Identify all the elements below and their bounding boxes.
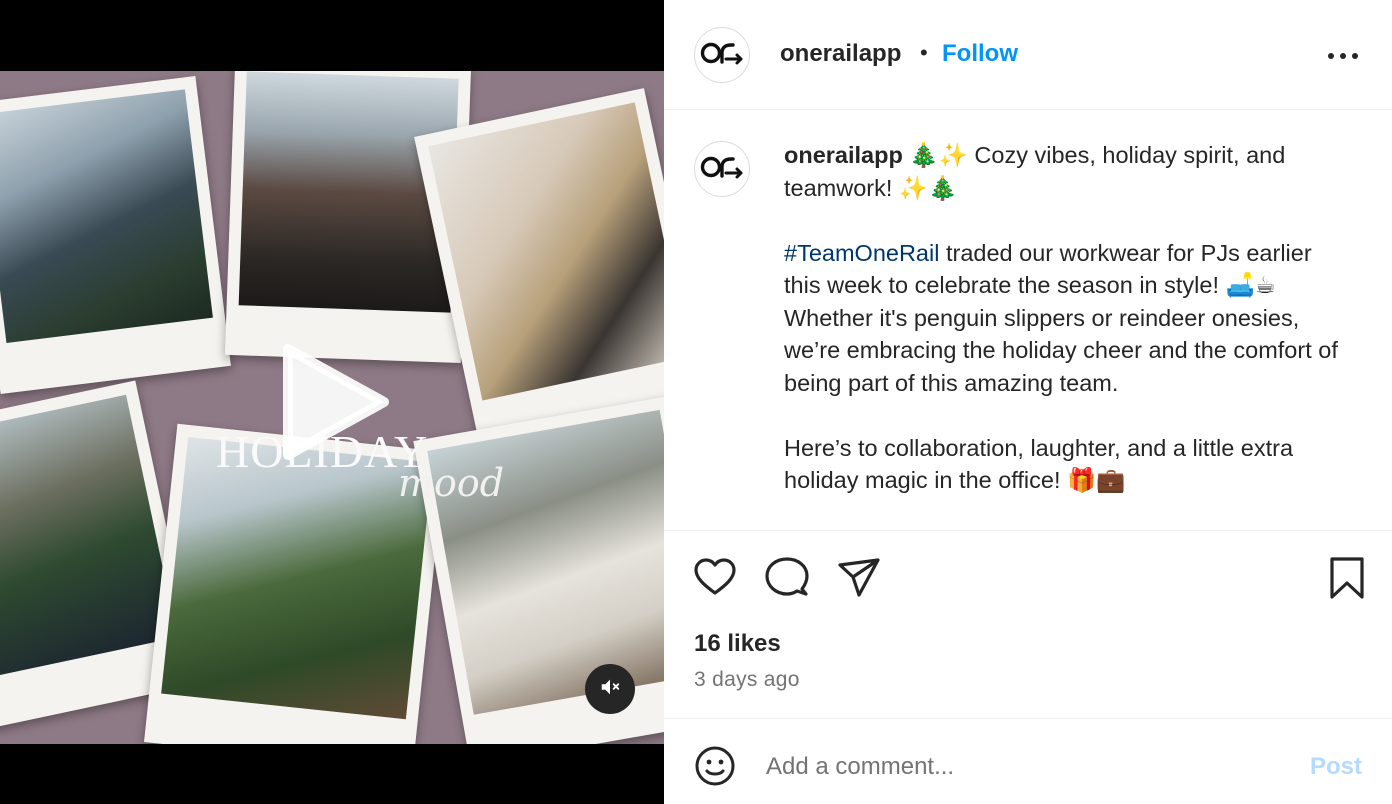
hashtag-link[interactable]: #TeamOneRail [784, 240, 939, 266]
post-timestamp[interactable]: 3 days ago [694, 668, 800, 692]
post-side-panel: onerailapp • Follow onerailapp 🎄✨ Cozy v… [664, 0, 1392, 804]
video-script-text: mood [398, 461, 505, 505]
onerail-logo-icon [700, 40, 744, 71]
action-bar [664, 555, 1392, 605]
likes-count[interactable]: 16 likes [694, 630, 781, 658]
post-button[interactable]: Post [1310, 753, 1362, 781]
comment-input[interactable] [766, 747, 1286, 787]
comment-bubble-icon[interactable] [764, 555, 810, 601]
follow-button[interactable]: Follow [942, 40, 1018, 68]
muted-speaker-icon [599, 676, 621, 703]
caption-username[interactable]: onerailapp [784, 142, 903, 168]
post-header: onerailapp • Follow [664, 0, 1392, 110]
comment-bar: Post [664, 718, 1392, 804]
avatar[interactable] [694, 141, 750, 197]
bookmark-icon[interactable] [1324, 555, 1370, 601]
header-username[interactable]: onerailapp [780, 40, 901, 68]
more-options-icon[interactable] [1326, 48, 1360, 64]
polaroid-photo [0, 75, 231, 395]
onerail-logo-icon [700, 154, 744, 185]
caption-section: onerailapp 🎄✨ Cozy vibes, holiday spirit… [664, 111, 1392, 531]
caption-paragraph: Here’s to collaboration, laughter, and a… [784, 434, 1294, 494]
polaroid-photo [414, 88, 664, 452]
mute-button[interactable] [585, 664, 635, 714]
play-icon[interactable] [280, 343, 390, 461]
caption-text: onerailapp 🎄✨ Cozy vibes, holiday spirit… [784, 139, 1344, 529]
separator-dot: • [920, 40, 928, 65]
smiley-icon[interactable] [694, 745, 736, 787]
avatar[interactable] [694, 27, 750, 83]
heart-icon[interactable] [692, 555, 738, 601]
paper-plane-icon[interactable] [836, 555, 882, 601]
post-media[interactable]: HOLIDAY mood [0, 0, 664, 804]
